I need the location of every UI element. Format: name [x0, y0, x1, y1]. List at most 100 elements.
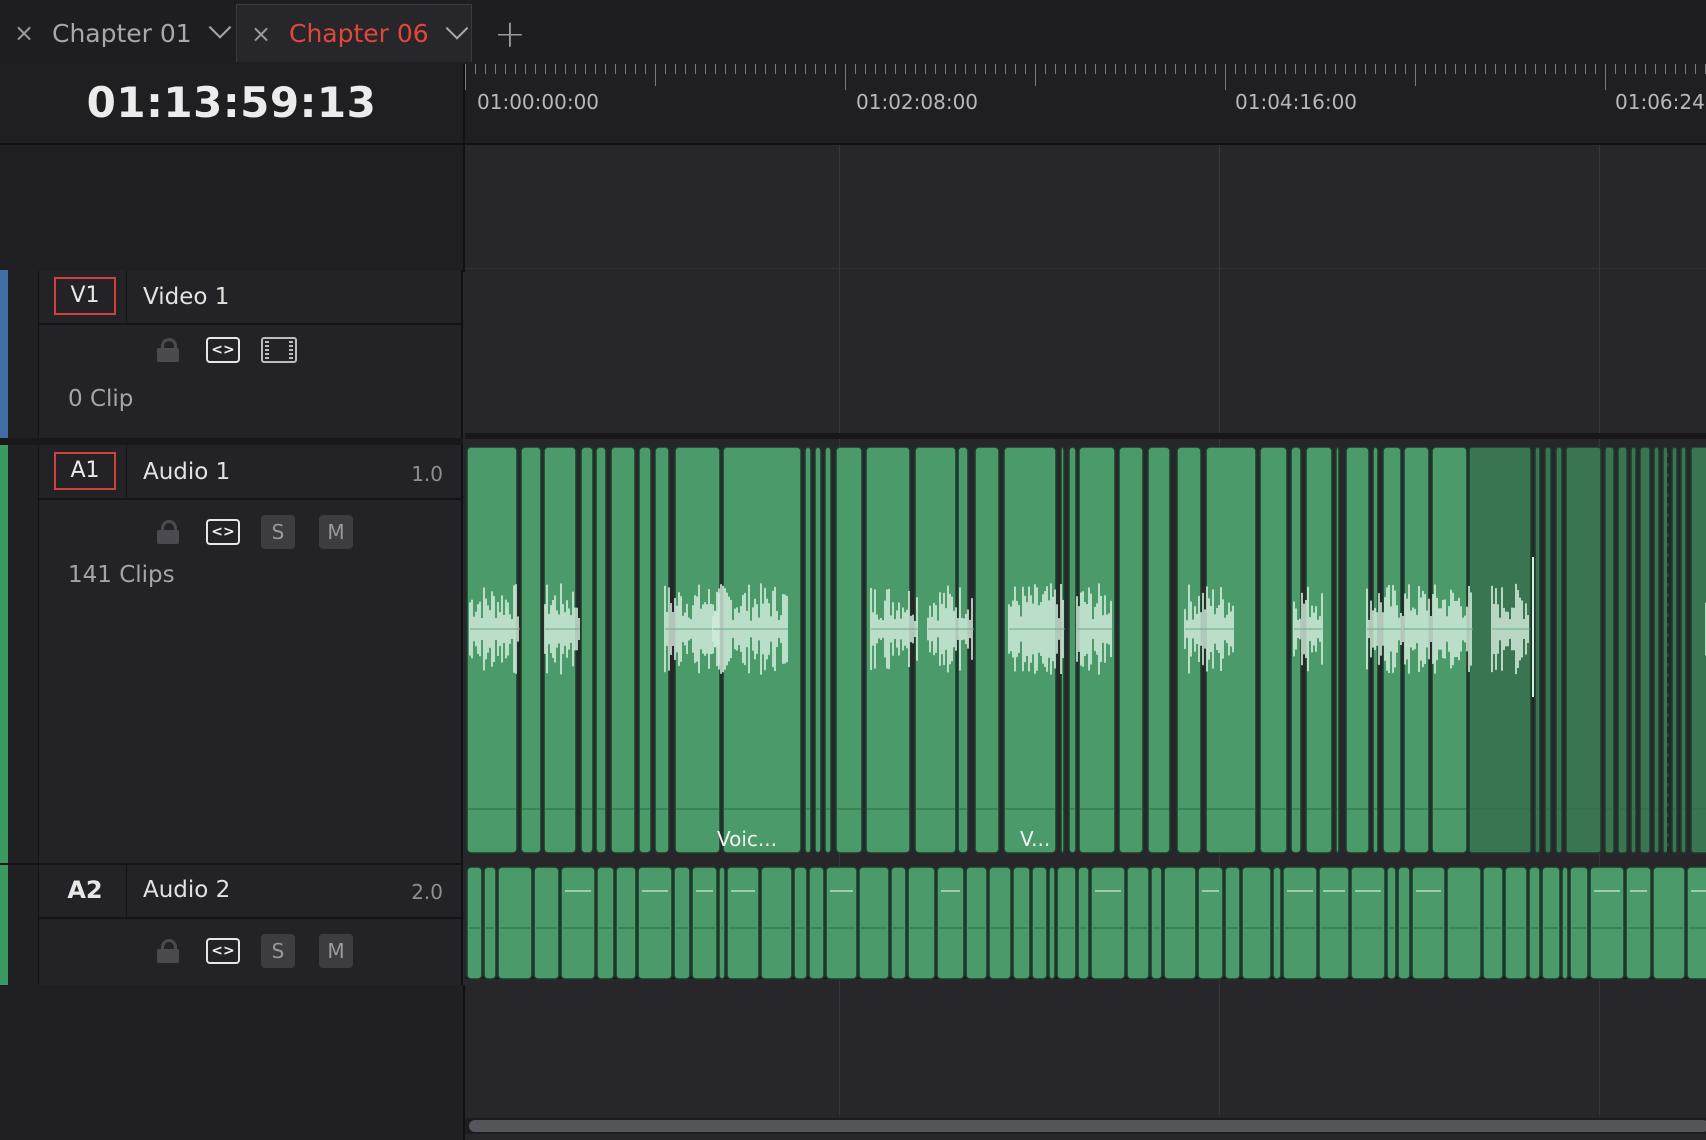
auto-select-icon[interactable]: <>	[206, 332, 240, 368]
chevron-down-icon[interactable]	[445, 16, 469, 40]
track-header-a1[interactable]: A1 Audio 1 1.0 <> S M 141 Clips	[0, 445, 463, 863]
ruler-ticks	[465, 64, 1706, 90]
scroll-thumb[interactable]	[469, 1120, 1706, 1132]
lane-a2[interactable]	[465, 864, 1706, 984]
audio-clip	[1625, 866, 1652, 980]
audio-clip	[543, 447, 577, 854]
audio-clip	[1118, 447, 1144, 854]
mute-button[interactable]: M	[319, 514, 353, 550]
audio-clip	[615, 866, 637, 980]
auto-select-icon[interactable]: <>	[206, 514, 240, 550]
separator	[38, 917, 461, 919]
track-gutter	[8, 865, 39, 985]
audio-clip	[1686, 866, 1706, 980]
close-icon[interactable]: ×	[249, 20, 273, 48]
track-tag-a2[interactable]: A2	[54, 871, 116, 909]
audio-clip	[974, 447, 1000, 854]
audio-clip	[1482, 866, 1504, 980]
audio-clip	[907, 866, 936, 980]
audio-clip	[825, 866, 858, 980]
horizontal-scrollbar[interactable]	[465, 1118, 1706, 1134]
audio-clip	[808, 866, 825, 980]
a2-clips[interactable]	[465, 864, 1706, 984]
audio-clip	[1077, 866, 1090, 980]
track-name[interactable]: Video 1	[143, 284, 229, 310]
audio-clip	[637, 866, 673, 980]
audio-clip	[1282, 866, 1318, 980]
mute-button[interactable]: M	[319, 933, 353, 969]
track-header-v1[interactable]: V1 Video 1 <> 0 Clip	[0, 270, 463, 438]
track-tag-v1[interactable]: V1	[54, 277, 116, 315]
clip-count: 0 Clip	[68, 386, 134, 412]
plus-icon[interactable]: +	[494, 12, 526, 56]
audio-clip	[988, 866, 1012, 980]
audio-clip	[804, 447, 812, 854]
clip-label: V...	[1020, 827, 1051, 851]
track-color-strip	[0, 865, 8, 985]
track-volume[interactable]: 1.0	[411, 462, 443, 486]
tab-chapter-01[interactable]: × Chapter 01	[0, 4, 232, 62]
audio-clip	[760, 866, 793, 980]
separator	[126, 445, 127, 498]
audio-clip-dim	[1653, 447, 1660, 854]
chevron-down-icon[interactable]	[208, 16, 232, 39]
track-gutter	[8, 445, 39, 863]
audio-clip-dim	[1534, 447, 1541, 854]
ruler-label: 01:02:08:00	[856, 90, 979, 114]
tab-label: Chapter 06	[289, 19, 429, 48]
lock-icon[interactable]	[157, 514, 179, 550]
track-color-strip	[0, 445, 8, 863]
film-icon[interactable]	[261, 332, 297, 368]
audio-clip	[824, 447, 832, 854]
audio-clip	[610, 447, 636, 854]
audio-clip	[1652, 866, 1686, 980]
clip-count: 141 Clips	[68, 562, 175, 588]
audio-clip	[595, 447, 607, 854]
separator	[38, 498, 461, 500]
auto-select-icon[interactable]: <>	[206, 933, 240, 969]
audio-clip	[1528, 866, 1541, 980]
tab-bar: × Chapter 01 × Chapter 06 +	[0, 0, 1706, 66]
audio-clip	[1589, 866, 1625, 980]
close-icon[interactable]: ×	[12, 19, 36, 47]
track-name[interactable]: Audio 2	[143, 877, 230, 903]
lane-a1[interactable]: Voic... V...	[465, 447, 1706, 861]
audio-clip	[718, 866, 726, 980]
lane-divider	[465, 433, 1706, 439]
audio-clip	[1541, 866, 1561, 980]
timecode-display[interactable]: 01:13:59:13	[0, 78, 463, 127]
solo-button[interactable]: S	[261, 933, 295, 969]
tab-chapter-06[interactable]: × Chapter 06	[236, 4, 472, 62]
audio-clip	[814, 447, 822, 854]
track-volume[interactable]: 2.0	[411, 880, 443, 904]
audio-clip	[726, 866, 760, 980]
track-tag-a1[interactable]: A1	[54, 452, 116, 490]
solo-button[interactable]: S	[261, 514, 295, 550]
audio-clip	[1350, 866, 1386, 980]
a1-clips[interactable]	[465, 447, 1706, 861]
lock-icon[interactable]	[157, 332, 179, 368]
audio-clip-dim	[1690, 447, 1706, 854]
track-header-a2[interactable]: A2 Audio 2 2.0 <> S M	[0, 863, 463, 985]
audio-clip	[793, 866, 808, 980]
audio-clip	[1290, 447, 1302, 854]
track-gutter	[8, 270, 39, 438]
audio-clip	[1561, 866, 1569, 980]
audio-clip	[1504, 866, 1528, 980]
audio-clip	[1224, 866, 1241, 980]
audio-clip-dim	[1680, 447, 1687, 854]
audio-clip	[965, 866, 988, 980]
audio-clip	[1259, 447, 1288, 854]
track-name[interactable]: Audio 1	[143, 459, 230, 485]
audio-clip	[1305, 447, 1333, 854]
audio-clip	[1048, 866, 1056, 980]
audio-clip	[1150, 866, 1163, 980]
ruler-label: 01:06:24:00	[1615, 90, 1706, 114]
lock-icon[interactable]	[157, 933, 179, 969]
separator	[126, 865, 127, 917]
audio-clip	[1411, 866, 1446, 980]
clip-label: Voic...	[717, 827, 777, 851]
bottom-bar	[0, 1115, 465, 1140]
timeline-ruler[interactable]: 01:00:00:00 01:02:08:00 01:04:16:00 01:0…	[465, 64, 1706, 145]
audio-clip	[1241, 866, 1272, 980]
